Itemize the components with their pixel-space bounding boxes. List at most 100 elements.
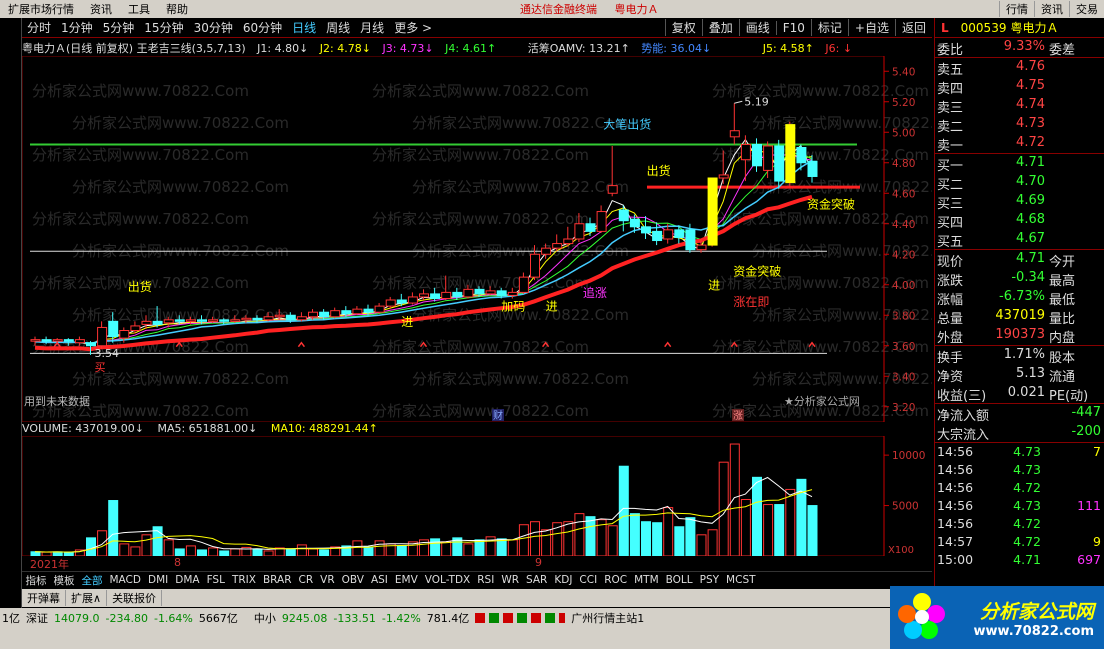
- buy-order-row-value: 4.70: [1016, 174, 1045, 189]
- period-tab[interactable]: 5分钟: [98, 19, 140, 36]
- quote-panel: L 000539 粤电力Ａ 委比 9.33% 委差 卖五 4.76 卖四 4.75 卖三…: [934, 18, 1104, 593]
- tick-list[interactable]: 14:56 4.73 7 14:56 4.73 14:56 4.72 14:56 4.73 111…: [935, 443, 1104, 569]
- watermark-text: 分析家公式网www.70822.Com: [372, 402, 589, 420]
- price-chart[interactable]: 分析家公式网www.70822.Com 分析家公式网www.70822.Com 分析…: [22, 56, 932, 422]
- top-tab-news[interactable]: 资讯: [1034, 1, 1069, 17]
- volume-bar: [607, 525, 618, 556]
- period-tab-more[interactable]: 更多 >: [389, 19, 437, 36]
- indicator-tab-dmi[interactable]: DMI: [144, 574, 171, 586]
- date-axis-month-8: 8: [174, 556, 181, 569]
- indicator-tab-obv[interactable]: OBV: [338, 574, 367, 586]
- volume-bar: [707, 529, 718, 556]
- indicator-tab-boll[interactable]: BOLL: [662, 574, 696, 586]
- flow-row: 净流入额 -447: [935, 404, 1104, 424]
- period-tab[interactable]: 1分钟: [56, 19, 98, 36]
- stat-row-label: 涨跌: [937, 274, 964, 289]
- status-bar: 1亿 深证 14079.0 -234.80 -1.64% 5667亿 中小 92…: [0, 608, 890, 628]
- danmaku-toggle[interactable]: 开弹幕: [22, 590, 66, 606]
- candle-body: [663, 229, 674, 240]
- indicator-tab-vr[interactable]: VR: [317, 574, 338, 586]
- volume-bar: [763, 504, 774, 556]
- period-tab[interactable]: 周线: [321, 19, 355, 36]
- tick-price: 4.73: [1013, 498, 1041, 513]
- stock-title: 粤电力Ａ: [614, 3, 659, 16]
- restore-rights-button[interactable]: 复权: [664, 19, 702, 36]
- indicator-tab-全部[interactable]: 全部: [78, 573, 106, 588]
- indicator-tab-kdj[interactable]: KDJ: [551, 574, 576, 586]
- stat-row-value: -6.73%: [999, 289, 1045, 304]
- period-tab[interactable]: 15分钟: [139, 19, 188, 36]
- buy-order-row-value: 4.71: [1016, 155, 1045, 170]
- watermark-text: 分析家公式网www.70822.Com: [32, 146, 249, 164]
- volume-bar: [363, 546, 374, 556]
- indicator-tab-wr[interactable]: WR: [498, 574, 523, 586]
- period-tab[interactable]: 分时: [22, 19, 56, 36]
- menu-help[interactable]: 帮助: [158, 1, 196, 17]
- add-watchlist-button[interactable]: +自选: [847, 19, 895, 36]
- draw-line-button[interactable]: 画线: [738, 19, 776, 36]
- volume-bar: [474, 539, 485, 556]
- menu-tools[interactable]: 工具: [120, 1, 158, 17]
- top-tab-trade[interactable]: 交易: [1069, 1, 1104, 17]
- sz-change: -234.80: [105, 611, 148, 625]
- back-button[interactable]: 返回: [894, 19, 932, 36]
- candle-body: [274, 314, 285, 318]
- volume-bar: [518, 524, 529, 556]
- indicator-tab-emv[interactable]: EMV: [391, 574, 421, 586]
- stat-row-label: 换手: [937, 351, 964, 366]
- stat-row-label: 外盘: [937, 331, 964, 346]
- indicator-tab-macd[interactable]: MACD: [106, 574, 144, 586]
- volume-bar: [108, 500, 119, 556]
- zx-pct: -1.42%: [381, 611, 421, 625]
- expand-button[interactable]: 扩展∧: [66, 590, 108, 606]
- volume-bar: [308, 548, 318, 556]
- indicator-tab-指标[interactable]: 指标: [22, 573, 50, 588]
- low-price-label: 3.54: [95, 347, 120, 360]
- volume-bar: [208, 547, 219, 556]
- chart-frame: [22, 56, 885, 422]
- weibi-label: 委比: [937, 43, 964, 58]
- indicator-j1: J1: 4.80↓: [257, 42, 309, 55]
- top-tab-quotes[interactable]: 行情: [999, 1, 1034, 17]
- watermark-text: 分析家公式网www.70822.Com: [412, 370, 629, 388]
- volume-ma10: MA10: 488291.44↑: [270, 422, 378, 435]
- volume-chart[interactable]: 10000 5000 X100: [22, 436, 932, 556]
- indicator-tab-dma[interactable]: DMA: [172, 574, 203, 586]
- indicator-tab-bar: 指标 模板 全部 MACD DMI DMA FSL TRIX BRAR CR VR OBV ASI EMV…: [22, 571, 932, 588]
- indicator-tab-cr[interactable]: CR: [295, 574, 317, 586]
- mark-button[interactable]: 标记: [810, 19, 848, 36]
- f10-button[interactable]: F10: [775, 20, 811, 35]
- volume-bar: [396, 545, 407, 556]
- indicator-tab-mtm[interactable]: MTM: [631, 574, 663, 586]
- period-tab[interactable]: 60分钟: [238, 19, 287, 36]
- related-quotes-button[interactable]: 关联报价: [107, 590, 163, 606]
- indicator-tab-vol-tdx[interactable]: VOL-TDX: [421, 574, 473, 586]
- buy-order-row: 买一 4.71: [935, 154, 1104, 174]
- indicator-tab-sar[interactable]: SAR: [523, 574, 551, 586]
- bottom-toolbar: 开弹幕 扩展∧ 关联报价: [22, 589, 932, 607]
- overlay-button[interactable]: 叠加: [701, 19, 739, 36]
- volume-bar: [663, 507, 674, 556]
- indicator-tab-asi[interactable]: ASI: [367, 574, 391, 586]
- period-tab[interactable]: 月线: [355, 19, 389, 36]
- indicator-tab-brar[interactable]: BRAR: [259, 574, 295, 586]
- volume-axis-label: 10000: [892, 450, 925, 462]
- indicator-tab-mcst[interactable]: MCST: [723, 574, 759, 586]
- candle-body: [652, 230, 663, 242]
- indicator-tab-cci[interactable]: CCI: [576, 574, 601, 586]
- menu-extended-market[interactable]: 扩展市场行情: [0, 1, 82, 17]
- indicator-tab-psy[interactable]: PSY: [696, 574, 722, 586]
- enter-label: 进: [708, 278, 720, 292]
- volume-bar: [774, 504, 785, 556]
- period-tab-daily[interactable]: 日线: [287, 19, 321, 36]
- server-station[interactable]: 广州行情主站1: [571, 610, 644, 626]
- indicator-tab-模板[interactable]: 模板: [50, 573, 78, 588]
- indicator-tab-fsl[interactable]: FSL: [203, 574, 228, 586]
- indicator-tab-trix[interactable]: TRIX: [228, 574, 259, 586]
- tick-time: 14:56: [937, 498, 974, 513]
- indicator-tab-rsi[interactable]: RSI: [474, 574, 498, 586]
- indicator-tab-roc[interactable]: ROC: [601, 574, 631, 586]
- period-tab[interactable]: 30分钟: [189, 19, 238, 36]
- menu-news[interactable]: 资讯: [82, 1, 120, 17]
- tick-price: 4.71: [1013, 552, 1041, 567]
